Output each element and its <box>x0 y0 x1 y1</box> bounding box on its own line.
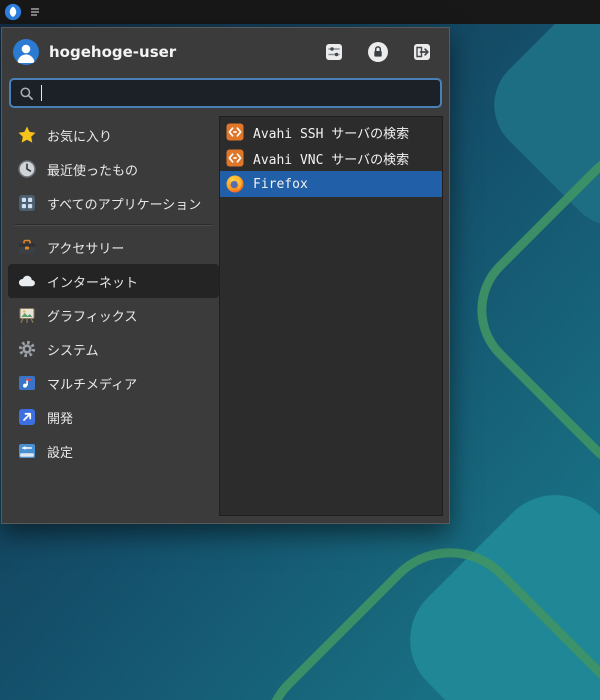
search-bar[interactable] <box>9 78 442 108</box>
header-actions <box>323 41 433 63</box>
multimedia-icon <box>17 373 37 393</box>
category-all-applications[interactable]: すべてのアプリケーション <box>8 186 219 220</box>
category-favorites[interactable]: お気に入り <box>8 118 219 152</box>
category-label: お気に入り <box>47 126 112 145</box>
clock-icon <box>17 159 37 179</box>
menu-body: お気に入り 最近使ったもの <box>2 116 449 523</box>
category-separator <box>15 224 212 226</box>
category-development[interactable]: 開発 <box>8 400 219 434</box>
user-avatar-icon <box>12 38 40 66</box>
search-icon <box>19 86 34 101</box>
system-gear-icon <box>17 339 37 359</box>
avahi-icon <box>225 148 245 168</box>
settings-icon <box>17 441 37 461</box>
app-label: Firefox <box>253 177 308 192</box>
graphics-icon <box>17 305 37 325</box>
whisker-menu: hogehoge-user <box>1 27 450 524</box>
app-label: Avahi VNC サーバの検索 <box>253 149 409 168</box>
category-list: お気に入り 最近使ったもの <box>8 116 219 516</box>
internet-cloud-icon <box>17 271 37 291</box>
category-label: システム <box>47 340 99 359</box>
category-accessories[interactable]: アクセサリー <box>8 230 219 264</box>
app-label: Avahi SSH サーバの検索 <box>253 123 409 142</box>
firefox-icon <box>225 174 245 194</box>
text-caret <box>41 85 42 101</box>
xubuntu-logo-icon <box>4 3 22 21</box>
category-label: 最近使ったもの <box>47 160 138 179</box>
category-label: マルチメディア <box>47 374 137 393</box>
top-panel <box>0 0 600 24</box>
all-apps-icon <box>17 193 37 213</box>
app-item-avahi-vnc[interactable]: Avahi VNC サーバの検索 <box>220 145 442 171</box>
app-item-avahi-ssh[interactable]: Avahi SSH サーバの検索 <box>220 119 442 145</box>
category-label: アクセサリー <box>47 238 124 257</box>
development-icon <box>17 407 37 427</box>
list-icon[interactable] <box>29 6 41 18</box>
category-internet[interactable]: インターネット <box>8 264 219 298</box>
category-system[interactable]: システム <box>8 332 219 366</box>
category-label: インターネット <box>47 272 138 291</box>
user-name: hogehoge-user <box>49 43 176 61</box>
logout-button[interactable] <box>411 41 433 63</box>
logout-icon <box>411 41 433 63</box>
avahi-icon <box>225 122 245 142</box>
search-input[interactable] <box>44 86 432 101</box>
settings-manager-button[interactable] <box>323 41 345 63</box>
category-label: すべてのアプリケーション <box>47 194 201 213</box>
category-label: 設定 <box>47 442 73 461</box>
menu-header: hogehoge-user <box>2 28 449 74</box>
lock-screen-button[interactable] <box>367 41 389 63</box>
lock-icon <box>367 41 389 63</box>
category-label: グラフィックス <box>47 306 137 325</box>
category-graphics[interactable]: グラフィックス <box>8 298 219 332</box>
settings-manager-icon <box>323 41 345 63</box>
category-recently-used[interactable]: 最近使ったもの <box>8 152 219 186</box>
app-item-firefox[interactable]: Firefox <box>220 171 442 197</box>
category-settings[interactable]: 設定 <box>8 434 219 468</box>
category-multimedia[interactable]: マルチメディア <box>8 366 219 400</box>
star-icon <box>17 125 37 145</box>
accessories-icon <box>17 237 37 257</box>
applications-menu-button[interactable] <box>4 3 22 21</box>
category-label: 開発 <box>47 408 73 427</box>
application-list: Avahi SSH サーバの検索 Avahi VNC サーバの検索 <box>219 116 443 516</box>
